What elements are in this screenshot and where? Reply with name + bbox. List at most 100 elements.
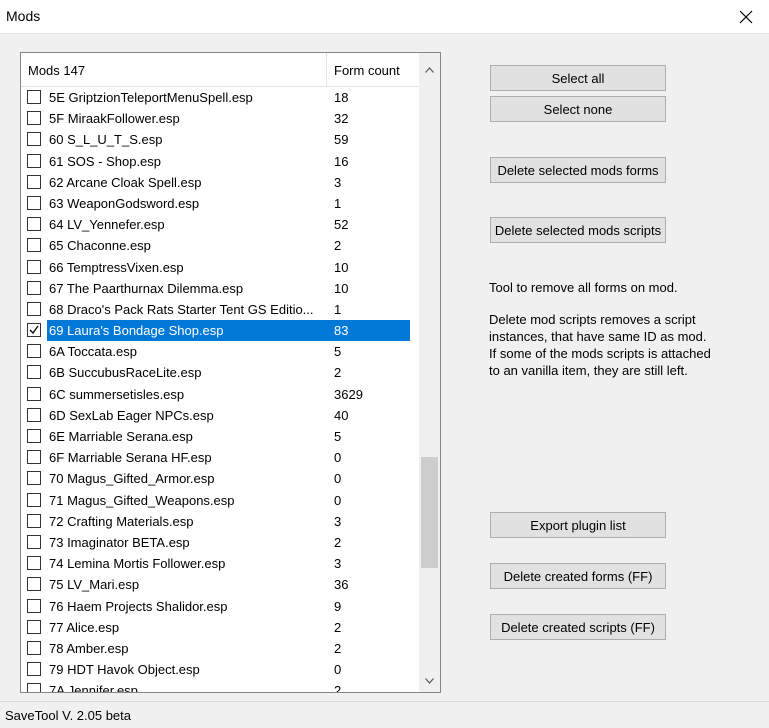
row-checkbox[interactable] (27, 534, 41, 549)
list-item[interactable]: 7A Jennifer.esp 2 (21, 680, 419, 692)
mod-name: 6A Toccata.esp (49, 344, 137, 360)
list-item[interactable]: 72 Crafting Materials.esp 3 (21, 511, 419, 532)
list-rows: 5E GriptzionTeleportMenuSpell.esp 18 5F Mi… (21, 87, 419, 692)
delete-selected-forms-button[interactable]: Delete selected mods forms (490, 157, 666, 183)
mod-name: 6B SuccubusRaceLite.esp (49, 365, 202, 381)
list-item[interactable]: 6A Toccata.esp 5 (21, 341, 419, 362)
row-checkbox[interactable] (27, 259, 41, 274)
list-item[interactable]: 77 Alice.esp 2 (21, 617, 419, 638)
form-count: 2 (334, 619, 342, 635)
row-checkbox[interactable] (27, 450, 41, 465)
list-item[interactable]: 74 Lemina Mortis Follower.esp 3 (21, 553, 419, 574)
row-checkbox[interactable] (27, 323, 41, 338)
row-checkbox[interactable] (27, 195, 41, 210)
mod-name: 74 Lemina Mortis Follower.esp (49, 556, 226, 572)
mod-name: 6F Marriable Serana HF.esp (49, 450, 212, 466)
mod-name: 61 SOS - Shop.esp (49, 153, 162, 169)
row-checkbox[interactable] (27, 429, 41, 443)
list-item[interactable]: 61 SOS - Shop.esp 16 (21, 151, 419, 172)
row-checkbox[interactable] (27, 132, 41, 147)
form-count: 40 (334, 407, 349, 423)
mod-name: 64 LV_Yennefer.esp (49, 217, 165, 233)
form-count: 2 (334, 365, 342, 381)
row-checkbox[interactable] (27, 683, 41, 692)
list-item[interactable]: 64 LV_Yennefer.esp 52 (21, 214, 419, 235)
mod-name: 62 Arcane Cloak Spell.esp (49, 174, 202, 190)
row-checkbox[interactable] (27, 619, 41, 634)
column-header-mods[interactable]: Mods 147 (21, 53, 327, 87)
form-count: 3629 (334, 386, 363, 402)
row-checkbox[interactable] (27, 111, 41, 126)
delete-created-forms-button[interactable]: Delete created forms (FF) (490, 563, 666, 589)
row-checkbox[interactable] (27, 174, 41, 189)
list-item[interactable]: 65 Chaconne.esp 2 (21, 235, 419, 256)
list-item[interactable]: 76 Haem Projects Shalidor.esp 9 (21, 596, 419, 617)
row-checkbox[interactable] (27, 598, 41, 613)
scroll-down-button[interactable] (419, 670, 440, 691)
select-all-button[interactable]: Select all (490, 65, 666, 91)
list-item[interactable]: 6C summersetisles.esp 3629 (21, 384, 419, 405)
info-line: instances, that have same ID as mod. (489, 329, 707, 344)
column-header-mods-label: Mods 147 (28, 62, 86, 78)
list-item[interactable]: 60 S_L_U_T_S.esp 59 (21, 129, 419, 150)
scroll-thumb[interactable] (421, 457, 438, 568)
row-checkbox[interactable] (27, 407, 41, 422)
row-checkbox[interactable] (27, 90, 41, 104)
list-item[interactable]: 6E Marriable Serana.esp 5 (21, 426, 419, 447)
form-count: 0 (334, 662, 342, 678)
row-checkbox[interactable] (27, 386, 41, 401)
mods-list[interactable]: Mods 147 Form count 5E GriptzionTeleport… (20, 52, 441, 693)
list-item[interactable]: 79 HDT Havok Object.esp 0 (21, 659, 419, 680)
row-checkbox[interactable] (27, 640, 41, 655)
mod-name: 67 The Paarthurnax Dilemma.esp (49, 280, 244, 296)
vertical-scrollbar[interactable] (419, 53, 440, 692)
mod-name: 65 Chaconne.esp (49, 238, 151, 254)
row-checkbox[interactable] (27, 513, 41, 528)
row-checkbox[interactable] (27, 471, 41, 486)
column-header-form-count-label: Form count (334, 62, 400, 78)
row-checkbox[interactable] (27, 662, 41, 677)
form-count: 3 (334, 174, 342, 190)
close-button[interactable] (723, 0, 769, 34)
row-checkbox[interactable] (27, 301, 41, 316)
scroll-up-button[interactable] (419, 59, 440, 80)
column-header-form-count[interactable]: Form count (327, 53, 419, 87)
list-item[interactable]: 78 Amber.esp 2 (21, 638, 419, 659)
form-count: 52 (334, 217, 349, 233)
mod-name: 66 TemptressVixen.esp (49, 259, 184, 275)
row-checkbox[interactable] (27, 217, 41, 232)
list-item[interactable]: 6F Marriable Serana HF.esp 0 (21, 447, 419, 468)
list-item[interactable]: 70 Magus_Gifted_Armor.esp 0 (21, 468, 419, 489)
list-item[interactable]: 62 Arcane Cloak Spell.esp 3 (21, 172, 419, 193)
list-item[interactable]: 6D SexLab Eager NPCs.esp 40 (21, 405, 419, 426)
list-item[interactable]: 6B SuccubusRaceLite.esp 2 (21, 362, 419, 383)
row-checkbox[interactable] (27, 238, 41, 253)
list-item[interactable]: 5F MiraakFollower.esp 32 (21, 108, 419, 129)
delete-created-scripts-button[interactable]: Delete created scripts (FF) (490, 614, 666, 640)
list-item[interactable]: 5E GriptzionTeleportMenuSpell.esp 18 (21, 87, 419, 108)
list-item[interactable]: 63 WeaponGodsword.esp 1 (21, 193, 419, 214)
list-item[interactable]: 71 Magus_Gifted_Weapons.esp 0 (21, 490, 419, 511)
row-checkbox[interactable] (27, 344, 41, 359)
row-checkbox[interactable] (27, 280, 41, 295)
list-item[interactable]: 75 LV_Mari.esp 36 (21, 574, 419, 595)
row-checkbox[interactable] (27, 153, 41, 168)
row-checkbox[interactable] (27, 492, 41, 507)
delete-selected-scripts-button[interactable]: Delete selected mods scripts (490, 217, 666, 243)
checkmark-icon (29, 325, 39, 335)
list-item[interactable]: 66 TemptressVixen.esp 10 (21, 257, 419, 278)
row-checkbox[interactable] (27, 577, 41, 592)
form-count: 9 (334, 598, 342, 614)
export-plugin-list-button[interactable]: Export plugin list (490, 512, 666, 538)
form-count: 83 (334, 323, 349, 339)
form-count: 59 (334, 132, 349, 148)
info-line: to an vanilla item, they are still left. (489, 363, 688, 378)
select-none-button[interactable]: Select none (490, 96, 666, 122)
list-item[interactable]: 68 Draco's Pack Rats Starter Tent GS Edi… (21, 299, 419, 320)
list-item[interactable]: 73 Imaginator BETA.esp 2 (21, 532, 419, 553)
row-checkbox[interactable] (27, 556, 41, 571)
mod-name: 75 LV_Mari.esp (49, 577, 140, 593)
list-item[interactable]: 69 Laura's Bondage Shop.esp 83 (21, 320, 419, 342)
row-checkbox[interactable] (27, 365, 41, 380)
list-item[interactable]: 67 The Paarthurnax Dilemma.esp 10 (21, 278, 419, 299)
